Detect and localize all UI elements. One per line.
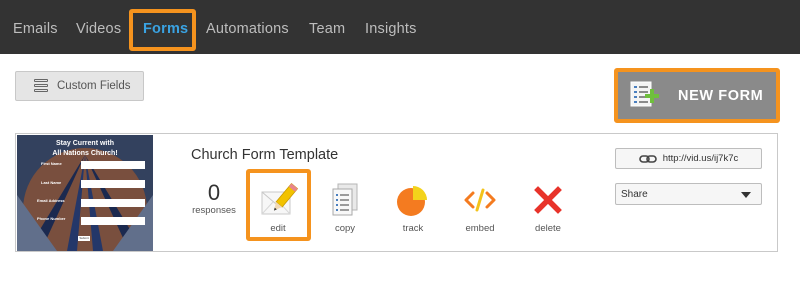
track-button[interactable]: track: [385, 182, 441, 234]
track-label: track: [402, 223, 424, 234]
top-nav: Emails Videos Forms Automations Team Ins…: [0, 0, 800, 54]
thumbnail-field: [81, 180, 145, 188]
copy-label: copy: [334, 223, 356, 234]
thumbnail-field-label: Phone Number: [37, 216, 66, 221]
custom-fields-label: Custom Fields: [57, 80, 131, 92]
copy-icon: [317, 182, 373, 222]
thumbnail-field-label: Email Address: [37, 198, 65, 203]
list-icon: [34, 79, 48, 93]
thumbnail-field: [81, 161, 145, 169]
link-icon: [638, 154, 657, 164]
embed-label: embed: [465, 223, 495, 234]
copy-button[interactable]: copy: [317, 182, 373, 234]
share-dropdown[interactable]: Share: [615, 183, 762, 205]
form-title[interactable]: Church Form Template: [191, 147, 338, 163]
add-form-icon: [630, 81, 662, 111]
delete-button[interactable]: delete: [520, 182, 576, 234]
nav-tab-team[interactable]: Team: [309, 0, 345, 54]
delete-label: delete: [535, 223, 561, 234]
code-icon: [452, 182, 508, 222]
chevron-down-icon: [741, 192, 751, 198]
thumbnail-field: [81, 199, 145, 207]
thumbnail-field: [81, 217, 145, 225]
custom-fields-button[interactable]: Custom Fields: [15, 71, 144, 101]
edit-highlight: [246, 169, 311, 241]
thumbnail-field-label: First Name: [41, 161, 62, 166]
forms-tab-highlight: [129, 9, 196, 51]
form-url-text: http://vid.us/ij7k7c: [662, 153, 739, 164]
form-url-button[interactable]: http://vid.us/ij7k7c: [615, 148, 762, 169]
responses-count: 0: [207, 180, 221, 205]
thumbnail-title-line1: Stay Current with: [56, 140, 114, 147]
responses-label: responses: [192, 205, 236, 216]
thumbnail-field-label: Last Name: [41, 180, 62, 185]
share-selected-label: Share: [621, 189, 648, 200]
pie-chart-icon: [385, 182, 441, 222]
new-form-label: NEW FORM: [678, 87, 764, 104]
delete-x-icon: [520, 182, 576, 222]
new-form-highlight: NEW FORM: [614, 68, 780, 123]
form-card: Stay Current with All Nations Church! Fi…: [15, 133, 778, 252]
nav-tab-insights[interactable]: Insights: [365, 0, 417, 54]
embed-button[interactable]: embed: [452, 182, 508, 234]
nav-tab-videos[interactable]: Videos: [76, 0, 121, 54]
form-thumbnail[interactable]: Stay Current with All Nations Church! Fi…: [17, 135, 153, 251]
thumbnail-title-line2: All Nations Church!: [52, 150, 118, 157]
thumbnail-submit: Submit: [78, 236, 90, 241]
nav-tab-automations[interactable]: Automations: [206, 0, 289, 54]
nav-tab-emails[interactable]: Emails: [13, 0, 58, 54]
new-form-button[interactable]: NEW FORM: [618, 72, 776, 119]
